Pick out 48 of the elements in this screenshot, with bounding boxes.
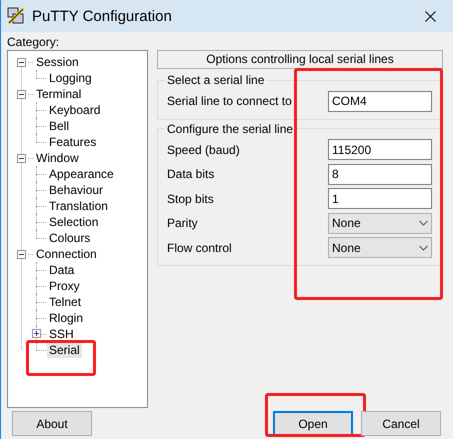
field-label: Stop bits xyxy=(167,192,214,206)
expand-icon[interactable] xyxy=(32,329,41,338)
chevron-down-icon xyxy=(419,244,428,251)
app-icon xyxy=(7,7,25,25)
collapse-icon[interactable] xyxy=(17,154,26,162)
tree-item[interactable]: Window xyxy=(34,150,81,166)
dialog-button[interactable]: Open xyxy=(273,411,353,436)
dropdown[interactable]: None xyxy=(328,237,432,258)
collapse-icon[interactable] xyxy=(17,90,26,98)
tree-item[interactable]: Keyboard xyxy=(47,102,102,118)
dialog-button[interactable]: About xyxy=(12,411,92,436)
field-label: Parity xyxy=(167,216,198,230)
tree-item[interactable]: Rlogin xyxy=(47,310,86,326)
tree-item[interactable]: Logging xyxy=(47,70,94,86)
tree-item[interactable]: Behaviour xyxy=(47,182,106,198)
tree-item[interactable]: Features xyxy=(47,134,98,150)
input-field[interactable]: 1 xyxy=(328,188,432,210)
group-title: Configure the serial line xyxy=(166,122,294,136)
input-field[interactable]: 115200 xyxy=(328,139,432,160)
tree-item[interactable]: Data xyxy=(47,262,76,278)
field-label: Data bits xyxy=(167,167,214,182)
collapse-icon[interactable] xyxy=(17,250,26,258)
tree-item[interactable]: Translation xyxy=(47,198,110,214)
chevron-down-icon xyxy=(419,220,428,226)
tree-item[interactable]: Serial xyxy=(47,342,82,358)
tree-item[interactable]: Selection xyxy=(47,214,100,230)
tree-item[interactable]: Session xyxy=(34,54,81,70)
tree-item[interactable]: Telnet xyxy=(47,294,84,310)
category-label: Category: xyxy=(7,34,60,50)
collapse-icon[interactable] xyxy=(17,58,26,66)
tree-item[interactable]: Connection xyxy=(34,246,99,262)
dropdown[interactable]: None xyxy=(328,212,432,234)
tree-item[interactable]: Appearance xyxy=(47,166,116,182)
close-icon[interactable] xyxy=(424,10,436,22)
tree-item[interactable]: Bell xyxy=(47,118,72,134)
dialog-button[interactable]: Cancel xyxy=(361,411,441,436)
window-title: PuTTY Configuration xyxy=(32,8,173,24)
panel-header: Options controlling local serial lines xyxy=(157,50,443,69)
field-label: Flow control xyxy=(167,240,232,255)
tree-item[interactable]: Terminal xyxy=(34,86,84,102)
tree-item[interactable]: Colours xyxy=(47,230,92,246)
input-field[interactable]: 8 xyxy=(328,164,432,185)
input-field[interactable]: COM4 xyxy=(328,90,432,112)
field-label: Serial line to connect to xyxy=(167,94,292,108)
tree-item[interactable]: Proxy xyxy=(47,278,82,294)
field-label: Speed (baud) xyxy=(167,142,240,157)
group-title: Select a serial line xyxy=(166,73,266,87)
tree-item[interactable]: SSH xyxy=(47,326,76,342)
